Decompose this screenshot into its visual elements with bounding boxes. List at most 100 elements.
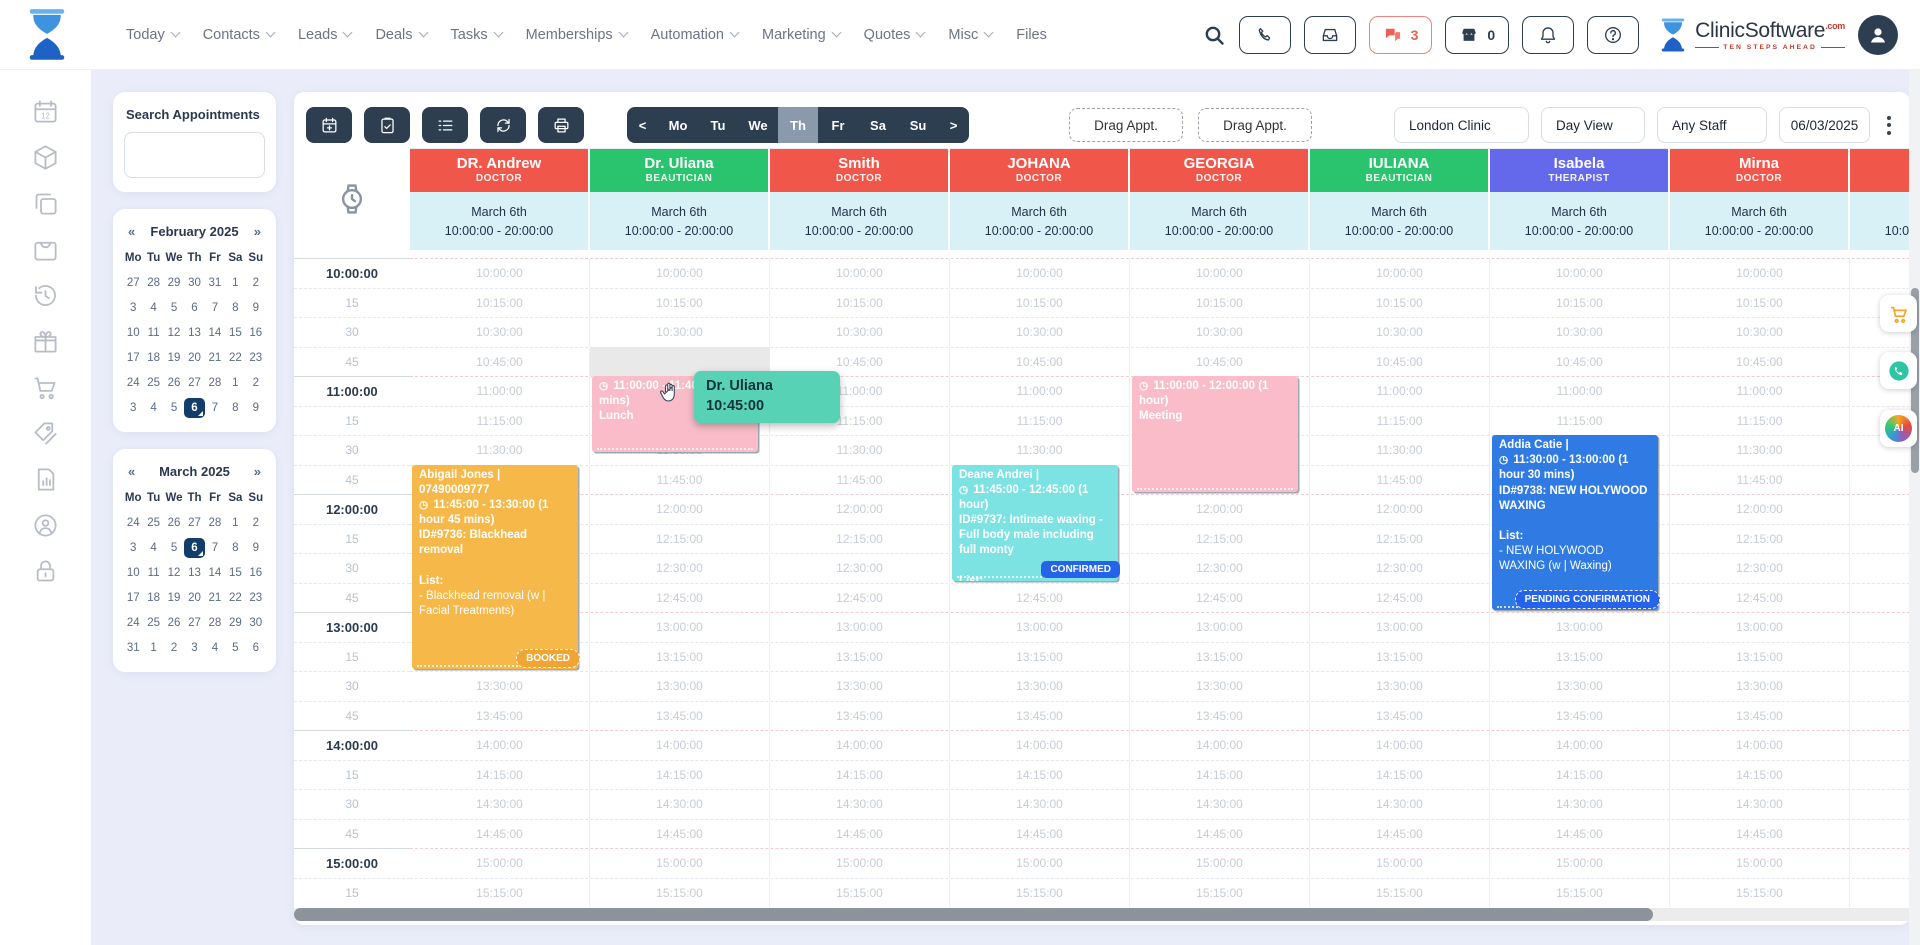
time-slot-cell[interactable]: 10:45:00	[1670, 348, 1850, 377]
app-logo-icon[interactable]	[24, 8, 70, 62]
day-cell[interactable]: 5	[164, 538, 184, 558]
weeknav-th[interactable]: Th	[778, 107, 818, 143]
time-slot-cell[interactable]: 11:15:00	[1670, 407, 1850, 436]
day-cell[interactable]: 29	[225, 613, 245, 633]
time-slot-cell[interactable]: 14:30:00	[590, 790, 770, 819]
day-cell[interactable]: 13	[184, 563, 204, 583]
time-slot-cell[interactable]: 15:15:00	[1310, 879, 1490, 908]
day-cell[interactable]: 5	[225, 638, 245, 658]
time-slot-cell[interactable]: 11:30:00	[770, 436, 950, 465]
day-cell[interactable]: 7	[205, 398, 225, 418]
weeknav-fr[interactable]: Fr	[818, 107, 858, 143]
time-slot-cell[interactable]: 11:45:00	[1310, 466, 1490, 495]
day-cell[interactable]: 18	[143, 348, 163, 368]
time-slot-cell[interactable]: 11:00:00	[410, 377, 590, 406]
time-slot-cell[interactable]: 10:00:00	[950, 259, 1130, 288]
time-slot-cell[interactable]: 12:15:00	[1130, 525, 1310, 554]
nav-memberships[interactable]: Memberships	[526, 27, 627, 43]
day-cell[interactable]: 1	[143, 638, 163, 658]
time-slot-cell[interactable]: 10:15:00	[1670, 289, 1850, 318]
time-slot-cell[interactable]: 13:15:00	[1130, 643, 1310, 672]
day-cell[interactable]: 30	[246, 613, 266, 633]
sidebar-item-history[interactable]	[32, 282, 59, 309]
day-cell[interactable]: 29	[164, 273, 184, 293]
day-cell[interactable]: 26	[164, 513, 184, 533]
phone-button[interactable]	[1239, 16, 1291, 54]
inbox-button[interactable]	[1304, 16, 1356, 54]
nav-leads[interactable]: Leads	[298, 27, 352, 43]
sidebar-item-copy[interactable]	[32, 190, 59, 217]
user-avatar[interactable]	[1858, 15, 1898, 55]
time-slot-cell[interactable]: 13:00:00	[950, 613, 1130, 642]
time-slot-cell[interactable]: 11:00:00	[950, 377, 1130, 406]
time-slot-cell[interactable]: 15:00:00	[1490, 849, 1670, 878]
print-button[interactable]	[538, 107, 584, 143]
time-slot-cell[interactable]: 13:00:00	[770, 613, 950, 642]
time-slot-cell[interactable]: 10:15:00	[950, 289, 1130, 318]
time-slot-cell[interactable]: 13:15:00	[1850, 643, 1910, 672]
nav-tasks[interactable]: Tasks	[451, 27, 502, 43]
horizontal-scrollbar[interactable]	[294, 908, 1910, 921]
time-slot-cell[interactable]: 14:00:00	[410, 731, 590, 760]
day-cell[interactable]: 19	[164, 348, 184, 368]
time-slot-cell[interactable]: 12:45:00	[950, 584, 1130, 613]
time-slot-cell[interactable]: 12:30:00	[1130, 554, 1310, 583]
nav-contacts[interactable]: Contacts	[203, 27, 274, 43]
day-cell[interactable]: 2	[246, 273, 266, 293]
day-cell[interactable]: 1	[225, 273, 245, 293]
time-slot-cell[interactable]: 14:15:00	[1670, 761, 1850, 790]
nav-today[interactable]: Today	[126, 27, 179, 43]
day-cell[interactable]: 6	[184, 298, 204, 318]
day-cell[interactable]: 3	[123, 538, 143, 558]
time-slot-cell[interactable]: 12:00:00	[590, 495, 770, 524]
sidebar-item-package[interactable]	[32, 144, 59, 171]
day-cell[interactable]: 30	[184, 273, 204, 293]
time-slot-cell[interactable]: 12:45:00	[1130, 584, 1310, 613]
nav-marketing[interactable]: Marketing	[762, 27, 840, 43]
prev-day-button[interactable]: <	[627, 107, 658, 143]
day-cell[interactable]: 2	[246, 373, 266, 393]
time-slot-cell[interactable]: 13:30:00	[590, 672, 770, 701]
day-cell[interactable]: 22	[225, 588, 245, 608]
time-slot-cell[interactable]: 13:45:00	[410, 702, 590, 731]
day-cell[interactable]: 20	[184, 588, 204, 608]
time-slot-cell[interactable]: 15:15:00	[1670, 879, 1850, 908]
staff-header-isabela[interactable]: IsabelaTHERAPIST	[1490, 149, 1670, 192]
time-slot-cell[interactable]: 14:30:00	[1130, 790, 1310, 819]
list-view-button[interactable]	[422, 107, 468, 143]
day-cell[interactable]: 4	[143, 398, 163, 418]
staff-header-dr-andrew[interactable]: DR. AndrewDOCTOR	[410, 149, 590, 192]
weeknav-mo[interactable]: Mo	[658, 107, 698, 143]
day-cell[interactable]: 10	[123, 323, 143, 343]
day-cell[interactable]: 17	[123, 588, 143, 608]
day-cell[interactable]: 7	[205, 538, 225, 558]
time-slot-cell[interactable]: 11:30:00	[1310, 436, 1490, 465]
time-slot-cell[interactable]: 14:00:00	[590, 731, 770, 760]
date-picker-input[interactable]: 06/03/2025	[1779, 107, 1870, 143]
day-cell[interactable]: 4	[143, 538, 163, 558]
time-slot-cell[interactable]: 14:30:00	[1490, 790, 1670, 819]
prev-month-button[interactable]: «	[128, 464, 144, 479]
appointment-block[interactable]: Abigail Jones | 07490009777◷ 11:45:00 - …	[412, 465, 578, 670]
day-cell[interactable]: 12	[164, 323, 184, 343]
time-slot-cell[interactable]: 15:00:00	[770, 849, 950, 878]
appointment-block[interactable]: Addia Catie |◷ 11:30:00 - 13:00:00 (1 ho…	[1492, 435, 1658, 610]
day-cell[interactable]: 2	[246, 513, 266, 533]
day-cell-selected[interactable]: 6	[184, 398, 204, 418]
time-slot-cell[interactable]: 14:15:00	[590, 761, 770, 790]
time-slot-cell[interactable]: 10:30:00	[1490, 318, 1670, 347]
time-slot-cell[interactable]: 13:00:00	[1490, 613, 1670, 642]
time-slot-cell[interactable]: 11:00:00	[1670, 377, 1850, 406]
time-slot-cell[interactable]: 14:00:00	[1490, 731, 1670, 760]
time-slot-cell[interactable]: 13:30:00	[770, 672, 950, 701]
time-slot-cell[interactable]: 10:30:00	[590, 318, 770, 347]
time-slot-cell[interactable]: 12:00:00	[1130, 495, 1310, 524]
time-slot-cell[interactable]: 15:00:00	[950, 849, 1130, 878]
day-cell[interactable]: 22	[225, 348, 245, 368]
view-select[interactable]: Day View	[1541, 107, 1645, 143]
time-slot-cell[interactable]: 15:00:00	[1850, 849, 1910, 878]
time-slot-cell[interactable]: 10:00:00	[770, 259, 950, 288]
time-slot-cell[interactable]: 12:15:00	[770, 525, 950, 554]
time-slot-cell[interactable]: 14:30:00	[410, 790, 590, 819]
time-slot-cell[interactable]: 10:15:00	[590, 289, 770, 318]
